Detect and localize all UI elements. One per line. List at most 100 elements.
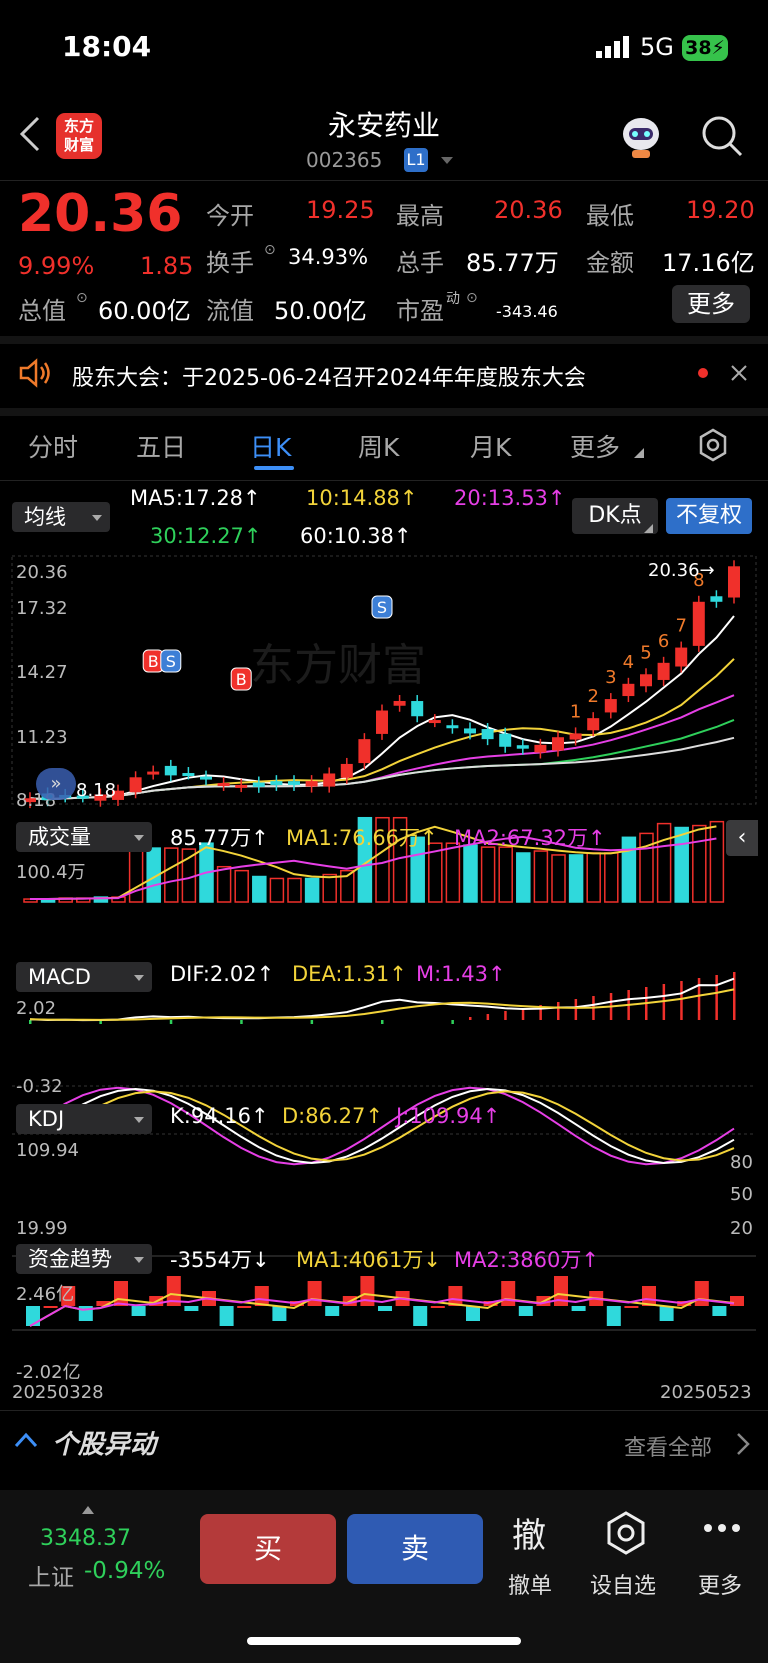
tab-five-day[interactable]: 五日	[136, 428, 186, 464]
tab-daily-k[interactable]: 日K	[250, 428, 291, 464]
buy-button[interactable]: 买	[200, 1514, 336, 1584]
volume-bar	[480, 846, 496, 903]
notice-text[interactable]: 股东大会：于2025-06-24召开2024年年度股东大会	[72, 360, 682, 392]
fund-trend-selector[interactable]: 资金趋势	[16, 1244, 152, 1274]
volume-bar	[568, 854, 584, 903]
cancel-order-icon[interactable]: 撤	[512, 1508, 546, 1557]
signal-icon	[596, 36, 629, 58]
tab-weekly-k[interactable]: 周K	[358, 428, 399, 464]
candle	[692, 601, 705, 646]
close-icon[interactable]	[730, 364, 748, 382]
candle	[147, 771, 160, 775]
stock-code: 002365	[306, 148, 383, 172]
ma20-value: 20:13.53↑	[454, 486, 566, 510]
volume-bar	[445, 842, 461, 903]
change-value: 1.85	[140, 252, 194, 280]
candle	[270, 781, 283, 785]
volume-bar	[516, 852, 531, 903]
add-watchlist-icon[interactable]	[604, 1510, 648, 1556]
volume-bar	[252, 875, 267, 903]
network-type: 5G	[640, 33, 674, 61]
ma5-value: MA5:17.28↑	[130, 486, 261, 510]
info-icon[interactable]: ⊙	[76, 290, 88, 306]
tab-more[interactable]: 更多	[570, 428, 620, 464]
date-end: 20250523	[660, 1382, 752, 1403]
ma-selector[interactable]: 均线	[12, 502, 110, 532]
more-quote-button[interactable]: 更多	[672, 285, 750, 323]
fund-bar	[571, 1306, 586, 1311]
tab-intraday[interactable]: 分时	[28, 428, 78, 464]
kdj-selector[interactable]: KDJ	[16, 1104, 152, 1134]
index-change[interactable]: -0.94%	[84, 1558, 165, 1584]
fund-bar	[501, 1281, 516, 1306]
volume-bar	[586, 852, 601, 903]
ma30-value: 30:12.27↑	[150, 524, 262, 548]
info-icon[interactable]: ⊙	[264, 242, 276, 258]
robot-assistant-icon[interactable]	[616, 112, 666, 160]
volume-bar	[164, 847, 179, 903]
chevron-up-icon[interactable]	[14, 1432, 38, 1448]
pe-value: -343.46	[496, 302, 558, 321]
kdj-max-tick: 109.94	[16, 1140, 79, 1161]
level-badge[interactable]: L1	[404, 148, 428, 172]
index-name[interactable]: 上证	[28, 1558, 74, 1592]
macd-bar	[504, 1011, 507, 1020]
macd-bar	[451, 1020, 454, 1024]
volume-selector[interactable]: 成交量	[16, 822, 152, 852]
high-label: 最高	[396, 202, 444, 230]
collapse-panel-button[interactable]: ‹	[726, 820, 758, 856]
tab-monthly-k[interactable]: 月K	[470, 428, 511, 464]
macd-bar	[574, 999, 578, 1020]
candle	[129, 777, 142, 793]
fund-bar	[114, 1281, 128, 1306]
sell-button[interactable]: 卖	[347, 1514, 483, 1584]
expand-icon[interactable]: »	[36, 768, 76, 800]
more-button[interactable]: 更多	[698, 1568, 742, 1600]
volume-max-tick: 100.4万	[16, 862, 86, 883]
search-icon[interactable]	[700, 114, 744, 158]
cancel-order-button[interactable]: 撤单	[508, 1568, 552, 1600]
price-tick-top: 20.36	[16, 562, 68, 583]
chevron-down-icon[interactable]	[440, 155, 454, 165]
macd-bar	[557, 1002, 560, 1020]
volume-bar	[234, 869, 249, 903]
no-adjust-button[interactable]: 不复权	[666, 498, 752, 534]
open-label: 今开	[206, 202, 254, 230]
signal-b-label: B	[148, 652, 159, 671]
news-title: 个股异动	[52, 1430, 157, 1460]
volume-bar	[287, 877, 302, 903]
volume-bar	[128, 847, 144, 903]
candle	[323, 773, 336, 787]
sequence-number: 4	[623, 652, 634, 673]
macd-dif: DIF:2.02↑	[170, 962, 275, 986]
macd-selector[interactable]: MACD	[16, 962, 152, 992]
candle	[728, 566, 740, 598]
add-watchlist-button[interactable]: 设自选	[590, 1568, 656, 1600]
status-time: 18:04	[62, 30, 152, 63]
macd-bar	[169, 1020, 173, 1024]
mktcap-label: 总值	[18, 297, 66, 325]
turnover-value: 34.93%	[288, 245, 369, 269]
candle	[358, 739, 371, 764]
volume-bar	[533, 850, 549, 903]
battery-icon: 38⚡	[682, 35, 728, 61]
float-value: 50.00亿	[274, 297, 367, 325]
gear-icon[interactable]	[696, 428, 730, 462]
index-value[interactable]: 3348.37	[40, 1526, 131, 1551]
view-all-link[interactable]: 查看全部	[624, 1430, 712, 1462]
candle	[499, 733, 512, 747]
candle	[657, 662, 670, 680]
candle	[182, 773, 195, 777]
fund-bar	[272, 1306, 287, 1321]
chevron-right-icon[interactable]	[736, 1432, 750, 1456]
candle	[604, 699, 617, 713]
info-icon[interactable]: ⊙	[466, 290, 478, 306]
back-icon[interactable]	[18, 114, 42, 154]
candle	[235, 784, 248, 788]
price-tick-4: 11.23	[16, 727, 68, 748]
more-dots-icon[interactable]	[702, 1522, 742, 1534]
fund-value: -3554万↓	[170, 1248, 270, 1272]
candle	[710, 596, 723, 602]
candle	[376, 710, 388, 734]
volume-bar	[621, 836, 637, 903]
